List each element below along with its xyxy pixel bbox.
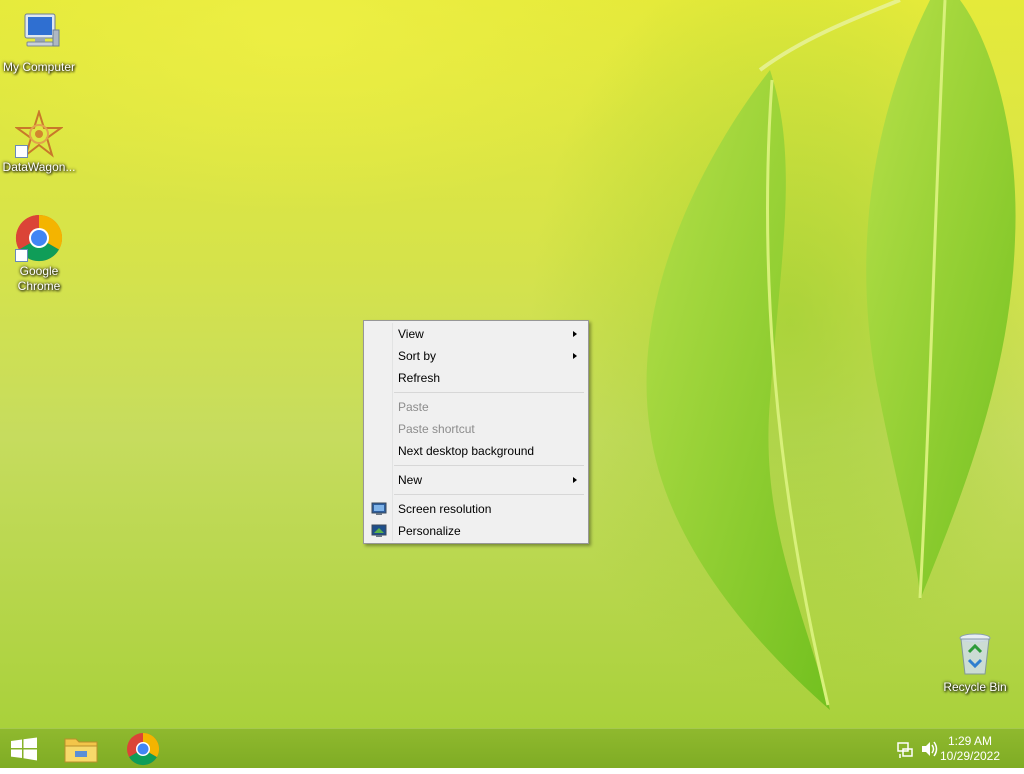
menu-item-label: Screen resolution: [398, 502, 492, 516]
chrome-icon: [127, 732, 160, 766]
desktop-icon-datawagon[interactable]: DataWagon...: [0, 108, 78, 175]
recycle-bin-icon: [951, 630, 999, 678]
chrome-icon: [15, 214, 63, 262]
menu-item-sort-by[interactable]: Sort by: [366, 345, 586, 367]
tray-network[interactable]: [894, 729, 916, 769]
taskbar-chrome[interactable]: [120, 729, 166, 769]
menu-item-label: Personalize: [398, 524, 461, 538]
file-explorer-icon: [64, 738, 98, 763]
menu-item-label: Sort by: [398, 349, 437, 363]
datawagon-icon: [13, 108, 65, 158]
desktop-icon-label: My Computer: [2, 60, 76, 74]
taskbar-clock[interactable]: 1:29 AM 10/29/2022: [930, 734, 1010, 764]
network-icon: [897, 742, 913, 758]
menu-item-label: Next desktop background: [398, 444, 535, 458]
windows-logo-icon: [11, 737, 37, 761]
menu-item-paste: Paste: [366, 396, 586, 418]
desktop-icon-recycle-bin[interactable]: Recycle Bin: [936, 630, 1014, 695]
menu-item-label: New: [398, 473, 423, 487]
clock-time: 1:29 AM: [947, 734, 993, 748]
menu-item-personalize[interactable]: Personalize: [366, 520, 586, 542]
shortcut-arrow-icon: [15, 249, 28, 262]
menu-separator: [394, 465, 584, 466]
taskbar: 1:29 AM 10/29/2022: [0, 728, 1024, 768]
computer-icon: [15, 10, 63, 58]
menu-item-paste-shortcut: Paste shortcut: [366, 418, 586, 440]
desktop-context-menu: View Sort by Refresh Paste Paste shortcu…: [363, 320, 589, 544]
taskbar-file-explorer[interactable]: [58, 729, 104, 769]
clock-date: 10/29/2022: [939, 749, 1001, 763]
screen-resolution-icon: [371, 501, 387, 517]
menu-separator: [394, 494, 584, 495]
menu-item-screen-resolution[interactable]: Screen resolution: [366, 498, 586, 520]
menu-item-view[interactable]: View: [366, 323, 586, 345]
menu-item-next-desktop-background[interactable]: Next desktop background: [366, 440, 586, 462]
submenu-arrow-icon: [573, 353, 577, 359]
desktop[interactable]: My Computer DataWagon... Google Chrome R…: [0, 0, 1024, 728]
submenu-arrow-icon: [573, 477, 577, 483]
desktop-icon-label: DataWagon...: [2, 160, 76, 174]
menu-item-label: Paste shortcut: [398, 422, 475, 436]
desktop-icon-google-chrome[interactable]: Google Chrome: [0, 214, 78, 294]
desktop-icon-label: Google Chrome: [17, 264, 61, 293]
menu-item-label: Refresh: [398, 371, 441, 385]
personalize-icon: [371, 523, 387, 539]
desktop-icon-my-computer[interactable]: My Computer: [0, 10, 78, 75]
menu-item-label: View: [398, 327, 424, 341]
menu-item-label: Paste: [398, 400, 429, 414]
menu-item-new[interactable]: New: [366, 469, 586, 491]
shortcut-arrow-icon: [15, 145, 28, 158]
start-button[interactable]: [0, 729, 48, 769]
submenu-arrow-icon: [573, 331, 577, 337]
menu-separator: [394, 392, 584, 393]
desktop-icon-label: Recycle Bin: [943, 680, 1007, 694]
menu-item-refresh[interactable]: Refresh: [366, 367, 586, 389]
